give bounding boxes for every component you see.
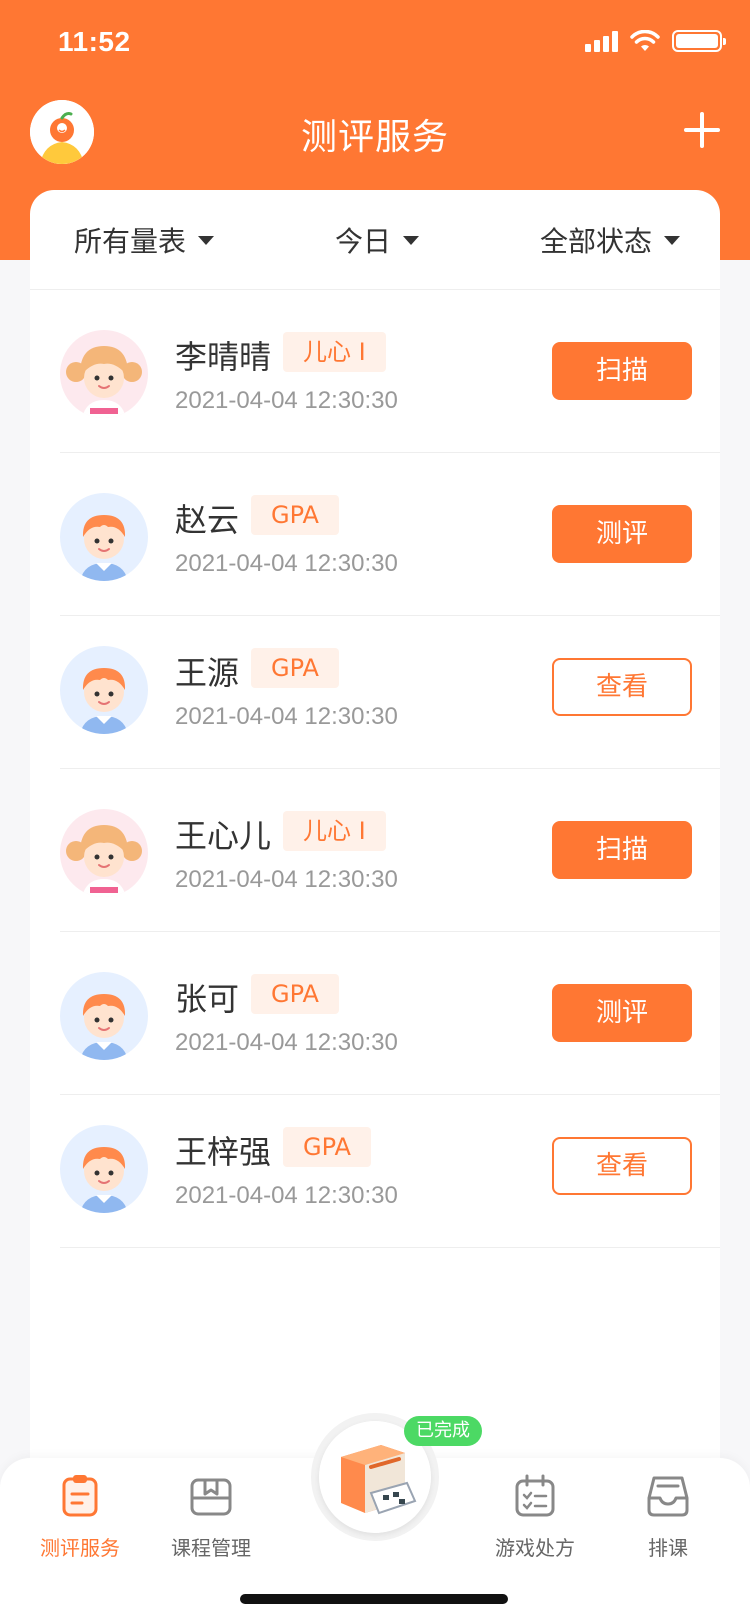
student-name: 赵云 [175,501,240,539]
completed-badge: 已完成 [404,1416,482,1446]
calendar-check-icon [515,1474,555,1517]
record-time: 2021-04-04 12:30:30 [175,1182,398,1209]
student-name: 王梓强 [175,1133,272,1171]
record-time: 2021-04-04 12:30:30 [175,1029,398,1056]
tab-courses[interactable]: 课程管理 [151,1472,271,1561]
student-name: 王心儿 [175,817,272,855]
assess-button[interactable]: 测评 [552,505,692,563]
caret-down-icon [198,236,215,245]
view-button[interactable]: 查看 [552,1137,692,1195]
student-name: 王源 [175,654,240,692]
main-card: 所有量表 今日 全部状态 李晴晴 儿心 I 2021-04-04 12:30:3… [30,190,720,1490]
assess-button[interactable]: 测评 [552,984,692,1042]
scale-tag: GPA [283,1127,371,1167]
list-item[interactable]: 王心儿 儿心 I 2021-04-04 12:30:30 扫描 [60,769,720,932]
student-name: 张可 [175,980,240,1018]
list-item[interactable]: 王源 GPA 2021-04-04 12:30:30 查看 [60,616,720,769]
signal-icon [585,30,618,52]
wifi-icon [630,30,660,51]
record-time: 2021-04-04 12:30:30 [175,866,398,893]
tab-game-prescription[interactable]: 游戏处方 [475,1472,595,1561]
folder-icon [190,1478,232,1516]
scan-button[interactable]: 扫描 [552,342,692,400]
filter-date-label: 今日 [334,224,391,258]
filter-bar: 所有量表 今日 全部状态 [30,190,720,290]
tab-label: 课程管理 [171,1536,251,1560]
clipboard-icon [62,1475,98,1517]
view-button[interactable]: 查看 [552,658,692,716]
scale-tag: 儿心 I [283,811,386,851]
boy-avatar [60,493,148,581]
page-title: 测评服务 [300,117,449,158]
caret-down-icon [403,236,419,245]
scan-button[interactable]: 扫描 [552,821,692,879]
girl-avatar [60,809,148,897]
status-time: 11:52 [58,26,131,57]
list-item[interactable]: 赵云 GPA 2021-04-04 12:30:30 测评 [60,453,720,616]
scale-tag: GPA [251,974,339,1014]
filter-date[interactable]: 今日 [335,220,419,260]
tab-schedule[interactable]: 排课 [608,1472,728,1561]
record-time: 2021-04-04 12:30:30 [175,550,398,577]
tab-label: 游戏处方 [495,1536,575,1560]
status-icons [585,30,726,52]
record-time: 2021-04-04 12:30:30 [175,387,398,414]
plus-icon[interactable] [680,108,724,152]
student-name: 李晴晴 [175,338,272,376]
boy-avatar [60,646,148,734]
record-time: 2021-04-04 12:30:30 [175,703,398,730]
filter-scale[interactable]: 所有量表 [74,220,215,260]
scale-tag: GPA [251,648,339,688]
girl-avatar [60,330,148,418]
tab-label: 测评服务 [40,1536,120,1560]
nav-bar: 测评服务 [0,90,750,190]
list-item[interactable]: 李晴晴 儿心 I 2021-04-04 12:30:30 扫描 [60,290,720,453]
filter-status[interactable]: 全部状态 [540,220,680,260]
filter-scale-label: 所有量表 [74,224,187,258]
status-bar: 11:52 [0,0,750,90]
list-item[interactable]: 张可 GPA 2021-04-04 12:30:30 测评 [60,932,720,1095]
inbox-icon [647,1476,689,1517]
scale-tag: GPA [251,495,339,535]
home-indicator [240,1594,508,1604]
record-list: 李晴晴 儿心 I 2021-04-04 12:30:30 扫描 赵云 GPA 2… [60,290,720,1248]
boy-avatar [60,972,148,1060]
tab-assessment[interactable]: 测评服务 [20,1472,140,1561]
caret-down-icon [663,236,680,245]
boy-avatar [60,1125,148,1213]
tab-label: 排课 [648,1536,688,1560]
filter-status-label: 全部状态 [539,224,652,258]
scale-tag: 儿心 I [283,332,386,372]
battery-icon [672,30,726,52]
list-item[interactable]: 王梓强 GPA 2021-04-04 12:30:30 查看 [60,1095,720,1248]
